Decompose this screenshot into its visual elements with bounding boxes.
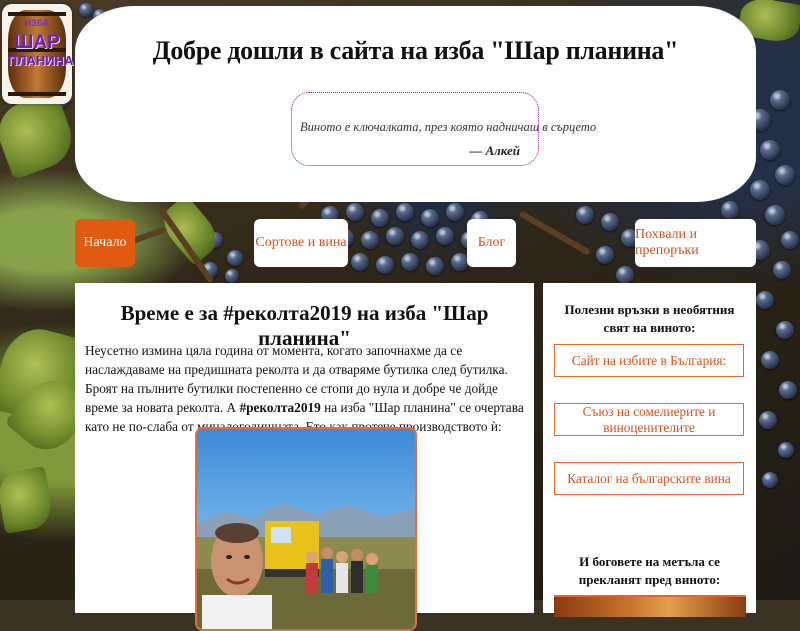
- harvest-photo-art: [197, 503, 415, 629]
- logo-bottom-text: ПЛАНИНА: [8, 53, 74, 68]
- logo-mid-text: ШАР: [14, 32, 60, 53]
- quote-box: Виното е ключалката, през която надничаш…: [291, 92, 597, 166]
- grape-decoration: [761, 351, 779, 369]
- grape-decoration: [351, 253, 369, 271]
- grape-decoration: [376, 256, 394, 274]
- grape-decoration: [386, 227, 404, 245]
- sidebar: Полезни връзки в необятния свят на винот…: [543, 283, 756, 617]
- article-hashtag: #реколта2019: [239, 400, 321, 415]
- grape-decoration: [776, 321, 794, 339]
- nav-varieties-wines[interactable]: Сортове и вина: [254, 219, 348, 267]
- grape-decoration: [421, 209, 439, 227]
- grape-decoration: [436, 227, 454, 245]
- grape-decoration: [773, 261, 791, 279]
- logo-top-text: ИЗБА: [24, 18, 50, 28]
- grape-decoration: [596, 246, 614, 264]
- link-sommeliers-union[interactable]: Съюз на сомелиерите и виноценителите: [554, 403, 744, 436]
- grape-decoration: [79, 3, 93, 17]
- grape-decoration: [765, 205, 785, 225]
- grape-decoration: [750, 180, 770, 200]
- grape-decoration: [775, 165, 795, 185]
- grape-decoration: [225, 269, 239, 283]
- grape-decoration: [411, 231, 429, 249]
- grape-decoration: [576, 206, 594, 224]
- nav-home[interactable]: Начало: [75, 219, 135, 267]
- main-article: Време е за #реколта2019 на изба "Шар пла…: [75, 283, 534, 631]
- grape-decoration: [371, 209, 389, 227]
- grape-decoration: [401, 253, 419, 271]
- grape-decoration: [616, 266, 634, 284]
- site-logo[interactable]: ИЗБА ШАР ПЛАНИНА: [2, 4, 74, 104]
- nav-testimonials[interactable]: Похвали и препоръки: [635, 219, 756, 267]
- grape-decoration: [762, 472, 778, 488]
- grape-decoration: [446, 203, 464, 221]
- grape-decoration: [426, 257, 444, 275]
- link-wine-catalog[interactable]: Каталог на българските вина: [554, 462, 744, 495]
- site-title: Добре дошли в сайта на изба "Шар планина…: [152, 36, 679, 65]
- page-header: Добре дошли в сайта на изба "Шар планина…: [75, 6, 756, 202]
- harvest-photo: [195, 427, 417, 631]
- grape-decoration: [781, 231, 799, 249]
- grape-decoration: [227, 250, 243, 266]
- sidebar-title: Полезни връзки в необятния свят на винот…: [564, 302, 735, 335]
- sidebar-title-metal: И боговете на метъла се прекланят пред в…: [578, 554, 721, 587]
- grape-decoration: [396, 203, 414, 221]
- link-wineries-site[interactable]: Сайт на избите в България:: [554, 344, 744, 377]
- nav-blog[interactable]: Блог: [467, 219, 516, 267]
- barrel-icon: ИЗБА ШАР ПЛАНИНА: [8, 10, 74, 98]
- quote-author: — Алкей: [469, 143, 520, 158]
- article-body: Неусетно измина цяла година от момента, …: [85, 341, 528, 436]
- grape-decoration: [778, 442, 794, 458]
- quote-text: Виното е ключалката, през която надничаш…: [300, 120, 597, 134]
- grape-decoration: [779, 381, 797, 399]
- grape-decoration: [601, 213, 619, 231]
- metal-gods-image: [554, 595, 746, 617]
- grape-decoration: [756, 291, 774, 309]
- grape-decoration: [346, 203, 364, 221]
- grape-decoration: [760, 140, 780, 160]
- grape-decoration: [759, 411, 777, 429]
- grape-decoration: [721, 201, 739, 219]
- grape-decoration: [361, 231, 379, 249]
- grape-decoration: [770, 90, 790, 110]
